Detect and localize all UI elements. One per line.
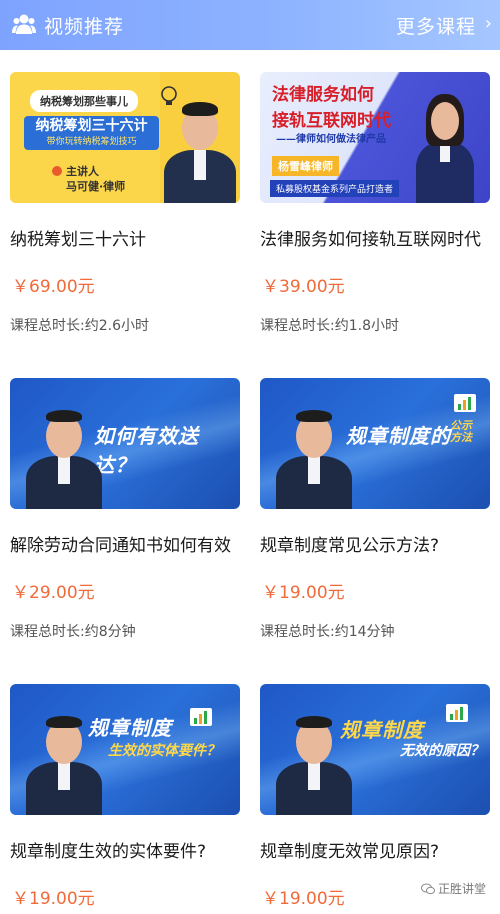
course-title[interactable]: 规章制度常见公示方法?	[260, 531, 500, 556]
speaker-info: 主讲人 马可健·律师	[66, 165, 126, 193]
course-thumbnail[interactable]: 规章制度 生效的实体要件？	[10, 684, 240, 815]
course-thumbnail[interactable]: 规章制度 无效的原因？	[260, 684, 490, 815]
speaker-portrait	[24, 398, 104, 509]
course-price: ￥19.00元	[12, 889, 95, 909]
bar-chart-icon	[190, 708, 212, 726]
speaker-dot-icon	[52, 166, 62, 176]
course-duration: 课程总时长:约8分钟	[10, 624, 136, 640]
thumb-tag: 纳税筹划那些事儿	[30, 90, 138, 112]
thumb-tag: 私募股权基金系列产品打造者	[270, 180, 400, 197]
thumb-headline-2: 接轨互联网时代	[272, 111, 391, 131]
thumb-headline: 法律服务如何	[272, 85, 374, 105]
course-price: ￥19.00元	[262, 583, 345, 603]
thumb-speaker-name: 杨雪峰律师	[272, 156, 339, 176]
thumb-headline: 如何有效送达？	[94, 424, 199, 477]
chevron-right-icon[interactable]: ›	[485, 15, 492, 33]
course-price: ￥39.00元	[262, 277, 345, 297]
course-price: ￥69.00元	[12, 277, 95, 297]
course-duration: 课程总时长:约14分钟	[260, 624, 395, 640]
speaker-portrait	[160, 92, 240, 203]
section-title: 视频推荐	[44, 16, 125, 38]
course-title[interactable]: 规章制度无效常见原因?	[260, 837, 500, 862]
thumb-headline: 纳税筹划三十六计 带你玩转纳税筹划技巧	[24, 116, 159, 150]
course-price: ￥19.00元	[262, 889, 345, 909]
course-price: ￥29.00元	[12, 583, 95, 603]
course-title[interactable]: 法律服务如何接轨互联网时代	[260, 225, 500, 250]
speaker-portrait	[24, 704, 104, 815]
thumb-headline: 规章制度的	[346, 424, 451, 448]
thumb-headline-2: 无效的原因？	[400, 743, 484, 759]
more-courses-link[interactable]: 更多课程	[396, 12, 476, 39]
course-thumbnail[interactable]: 如何有效送达？	[10, 378, 240, 509]
course-title[interactable]: 规章制度生效的实体要件?	[10, 837, 250, 862]
course-title[interactable]: 纳税筹划三十六计	[10, 225, 250, 250]
section-header: 视频推荐 更多课程 ›	[0, 0, 500, 50]
watermark: 正胜讲堂	[420, 880, 486, 897]
course-thumbnail[interactable]: 规章制度的 公示方法	[260, 378, 490, 509]
thumb-headline-2: 公示方法	[450, 419, 472, 444]
speaker-portrait	[274, 704, 354, 815]
speaker-portrait	[410, 90, 480, 203]
bar-chart-icon	[446, 704, 468, 722]
course-duration: 课程总时长:约2.6小时	[10, 318, 149, 334]
course-duration: 课程总时长:约1.8小时	[260, 318, 399, 334]
group-icon	[12, 14, 36, 34]
bar-chart-icon	[454, 394, 476, 412]
course-title[interactable]: 解除劳动合同通知书如何有效	[10, 531, 250, 556]
wechat-icon	[420, 883, 435, 895]
thumb-headline-2: 生效的实体要件？	[108, 743, 220, 759]
watermark-text: 正胜讲堂	[437, 882, 486, 896]
course-thumbnail[interactable]: 法律服务如何 接轨互联网时代 ——律师如何做法律产品 杨雪峰律师 私募股权基金系…	[260, 72, 490, 203]
thumb-subtitle: ——律师如何做法律产品	[276, 134, 386, 145]
speaker-portrait	[274, 398, 354, 509]
course-thumbnail[interactable]: 纳税筹划那些事儿 纳税筹划三十六计 带你玩转纳税筹划技巧 主讲人 马可健·律师	[10, 72, 240, 203]
